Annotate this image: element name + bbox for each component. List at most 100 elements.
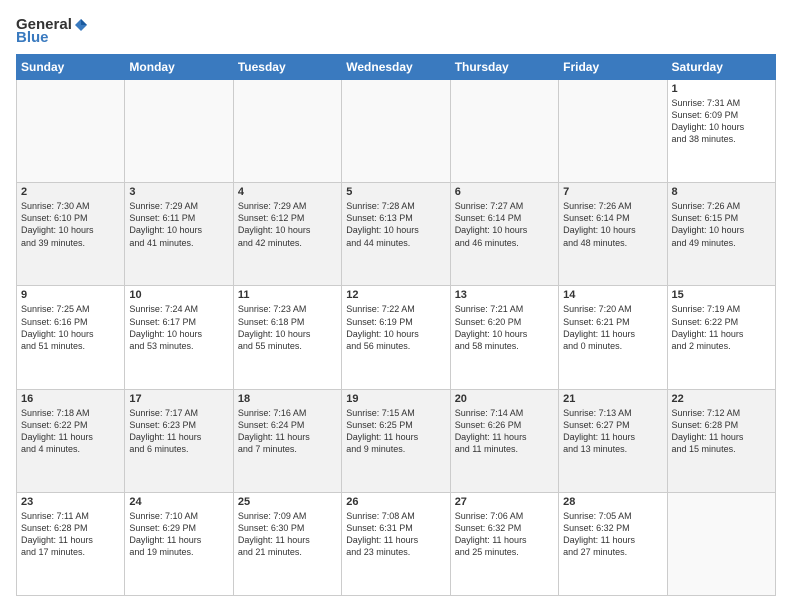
day-info: Sunrise: 7:24 AM Sunset: 6:17 PM Dayligh… bbox=[129, 303, 228, 352]
calendar-row: 1Sunrise: 7:31 AM Sunset: 6:09 PM Daylig… bbox=[17, 80, 776, 183]
day-number: 14 bbox=[563, 289, 662, 301]
day-number: 21 bbox=[563, 393, 662, 405]
calendar-cell: 23 Sunrise: 7:11 AM Sunset: 6:28 PM Dayli… bbox=[17, 492, 125, 595]
day-info: Sunrise: 7:18 AM Sunset: 6:22 PM Dayligh… bbox=[21, 407, 120, 456]
calendar-cell: 22 Sunrise: 7:12 AM Sunset: 6:28 PM Dayli… bbox=[667, 389, 775, 492]
page: General Blue SundayMondayTuesdayWednesda… bbox=[0, 0, 792, 612]
col-header-wednesday: Wednesday bbox=[342, 55, 450, 80]
day-info: Sunrise: 7:09 AM Sunset: 6:30 PM Dayligh… bbox=[238, 510, 337, 559]
calendar-table: SundayMondayTuesdayWednesdayThursdayFrid… bbox=[16, 54, 776, 596]
day-info: Sunrise: 7:06 AM Sunset: 6:32 PM Dayligh… bbox=[455, 510, 554, 559]
day-number: 26 bbox=[346, 496, 445, 508]
calendar-cell: 4 Sunrise: 7:29 AM Sunset: 6:12 PM Daylig… bbox=[233, 183, 341, 286]
day-number: 17 bbox=[129, 393, 228, 405]
day-info: Sunrise: 7:23 AM Sunset: 6:18 PM Dayligh… bbox=[238, 303, 337, 352]
day-number: 7 bbox=[563, 186, 662, 198]
calendar-cell bbox=[559, 80, 667, 183]
calendar-cell bbox=[667, 492, 775, 595]
calendar-row: 2 Sunrise: 7:30 AM Sunset: 6:10 PM Daylig… bbox=[17, 183, 776, 286]
day-number: 2 bbox=[21, 186, 120, 198]
col-header-friday: Friday bbox=[559, 55, 667, 80]
day-info: Sunrise: 7:10 AM Sunset: 6:29 PM Dayligh… bbox=[129, 510, 228, 559]
calendar-cell: 15 Sunrise: 7:19 AM Sunset: 6:22 PM Dayli… bbox=[667, 286, 775, 389]
day-number: 19 bbox=[346, 393, 445, 405]
day-info: Sunrise: 7:28 AM Sunset: 6:13 PM Dayligh… bbox=[346, 200, 445, 249]
day-info: Sunrise: 7:29 AM Sunset: 6:11 PM Dayligh… bbox=[129, 200, 228, 249]
calendar-row: 16 Sunrise: 7:18 AM Sunset: 6:22 PM Dayli… bbox=[17, 389, 776, 492]
day-info: Sunrise: 7:14 AM Sunset: 6:26 PM Dayligh… bbox=[455, 407, 554, 456]
calendar-cell: 25 Sunrise: 7:09 AM Sunset: 6:30 PM Dayli… bbox=[233, 492, 341, 595]
logo: General Blue bbox=[16, 16, 90, 46]
calendar-cell: 16 Sunrise: 7:18 AM Sunset: 6:22 PM Dayli… bbox=[17, 389, 125, 492]
calendar-cell: 11 Sunrise: 7:23 AM Sunset: 6:18 PM Dayli… bbox=[233, 286, 341, 389]
day-info: Sunrise: 7:21 AM Sunset: 6:20 PM Dayligh… bbox=[455, 303, 554, 352]
calendar-cell: 28 Sunrise: 7:05 AM Sunset: 6:32 PM Dayli… bbox=[559, 492, 667, 595]
day-info: Sunrise: 7:19 AM Sunset: 6:22 PM Dayligh… bbox=[672, 303, 771, 352]
day-number: 20 bbox=[455, 393, 554, 405]
day-number: 13 bbox=[455, 289, 554, 301]
day-info: Sunrise: 7:05 AM Sunset: 6:32 PM Dayligh… bbox=[563, 510, 662, 559]
calendar-cell: 5 Sunrise: 7:28 AM Sunset: 6:13 PM Daylig… bbox=[342, 183, 450, 286]
col-header-thursday: Thursday bbox=[450, 55, 558, 80]
day-info: Sunrise: 7:11 AM Sunset: 6:28 PM Dayligh… bbox=[21, 510, 120, 559]
calendar-row: 9 Sunrise: 7:25 AM Sunset: 6:16 PM Daylig… bbox=[17, 286, 776, 389]
day-number: 11 bbox=[238, 289, 337, 301]
calendar-cell: 21 Sunrise: 7:13 AM Sunset: 6:27 PM Dayli… bbox=[559, 389, 667, 492]
day-info: Sunrise: 7:08 AM Sunset: 6:31 PM Dayligh… bbox=[346, 510, 445, 559]
calendar-cell: 19 Sunrise: 7:15 AM Sunset: 6:25 PM Dayli… bbox=[342, 389, 450, 492]
day-info: Sunrise: 7:26 AM Sunset: 6:14 PM Dayligh… bbox=[563, 200, 662, 249]
day-number: 15 bbox=[672, 289, 771, 301]
day-info: Sunrise: 7:30 AM Sunset: 6:10 PM Dayligh… bbox=[21, 200, 120, 249]
day-info: Sunrise: 7:12 AM Sunset: 6:28 PM Dayligh… bbox=[672, 407, 771, 456]
calendar-cell: 2 Sunrise: 7:30 AM Sunset: 6:10 PM Daylig… bbox=[17, 183, 125, 286]
calendar-cell: 18 Sunrise: 7:16 AM Sunset: 6:24 PM Dayli… bbox=[233, 389, 341, 492]
calendar-cell: 26 Sunrise: 7:08 AM Sunset: 6:31 PM Dayli… bbox=[342, 492, 450, 595]
day-info: Sunrise: 7:25 AM Sunset: 6:16 PM Dayligh… bbox=[21, 303, 120, 352]
calendar-cell: 3 Sunrise: 7:29 AM Sunset: 6:11 PM Daylig… bbox=[125, 183, 233, 286]
calendar-cell: 14 Sunrise: 7:20 AM Sunset: 6:21 PM Dayli… bbox=[559, 286, 667, 389]
calendar-header-row: SundayMondayTuesdayWednesdayThursdayFrid… bbox=[17, 55, 776, 80]
calendar-cell: 10 Sunrise: 7:24 AM Sunset: 6:17 PM Dayli… bbox=[125, 286, 233, 389]
day-info: Sunrise: 7:15 AM Sunset: 6:25 PM Dayligh… bbox=[346, 407, 445, 456]
day-number: 6 bbox=[455, 186, 554, 198]
calendar-cell: 7 Sunrise: 7:26 AM Sunset: 6:14 PM Daylig… bbox=[559, 183, 667, 286]
day-number: 18 bbox=[238, 393, 337, 405]
day-number: 27 bbox=[455, 496, 554, 508]
day-info: Sunrise: 7:26 AM Sunset: 6:15 PM Dayligh… bbox=[672, 200, 771, 249]
day-number: 16 bbox=[21, 393, 120, 405]
calendar-cell: 13 Sunrise: 7:21 AM Sunset: 6:20 PM Dayli… bbox=[450, 286, 558, 389]
logo-blue: Blue bbox=[16, 29, 49, 46]
day-number: 5 bbox=[346, 186, 445, 198]
calendar-cell bbox=[342, 80, 450, 183]
calendar-cell bbox=[125, 80, 233, 183]
day-number: 25 bbox=[238, 496, 337, 508]
day-number: 1 bbox=[672, 83, 771, 95]
day-number: 9 bbox=[21, 289, 120, 301]
day-number: 10 bbox=[129, 289, 228, 301]
day-number: 4 bbox=[238, 186, 337, 198]
day-number: 8 bbox=[672, 186, 771, 198]
day-number: 22 bbox=[672, 393, 771, 405]
calendar-cell: 8 Sunrise: 7:26 AM Sunset: 6:15 PM Daylig… bbox=[667, 183, 775, 286]
day-info: Sunrise: 7:13 AM Sunset: 6:27 PM Dayligh… bbox=[563, 407, 662, 456]
calendar-cell bbox=[17, 80, 125, 183]
day-info: Sunrise: 7:16 AM Sunset: 6:24 PM Dayligh… bbox=[238, 407, 337, 456]
day-info: Sunrise: 7:27 AM Sunset: 6:14 PM Dayligh… bbox=[455, 200, 554, 249]
day-number: 23 bbox=[21, 496, 120, 508]
calendar-cell: 20 Sunrise: 7:14 AM Sunset: 6:26 PM Dayli… bbox=[450, 389, 558, 492]
header: General Blue bbox=[16, 16, 776, 46]
day-number: 28 bbox=[563, 496, 662, 508]
calendar-cell: 1Sunrise: 7:31 AM Sunset: 6:09 PM Daylig… bbox=[667, 80, 775, 183]
col-header-sunday: Sunday bbox=[17, 55, 125, 80]
day-info: Sunrise: 7:20 AM Sunset: 6:21 PM Dayligh… bbox=[563, 303, 662, 352]
calendar-cell: 24Sunrise: 7:10 AM Sunset: 6:29 PM Dayli… bbox=[125, 492, 233, 595]
col-header-saturday: Saturday bbox=[667, 55, 775, 80]
calendar-cell: 17Sunrise: 7:17 AM Sunset: 6:23 PM Dayli… bbox=[125, 389, 233, 492]
day-number: 3 bbox=[129, 186, 228, 198]
col-header-monday: Monday bbox=[125, 55, 233, 80]
calendar-cell: 27 Sunrise: 7:06 AM Sunset: 6:32 PM Dayli… bbox=[450, 492, 558, 595]
day-info: Sunrise: 7:29 AM Sunset: 6:12 PM Dayligh… bbox=[238, 200, 337, 249]
day-info: Sunrise: 7:22 AM Sunset: 6:19 PM Dayligh… bbox=[346, 303, 445, 352]
calendar-cell bbox=[450, 80, 558, 183]
calendar-row: 23 Sunrise: 7:11 AM Sunset: 6:28 PM Dayli… bbox=[17, 492, 776, 595]
